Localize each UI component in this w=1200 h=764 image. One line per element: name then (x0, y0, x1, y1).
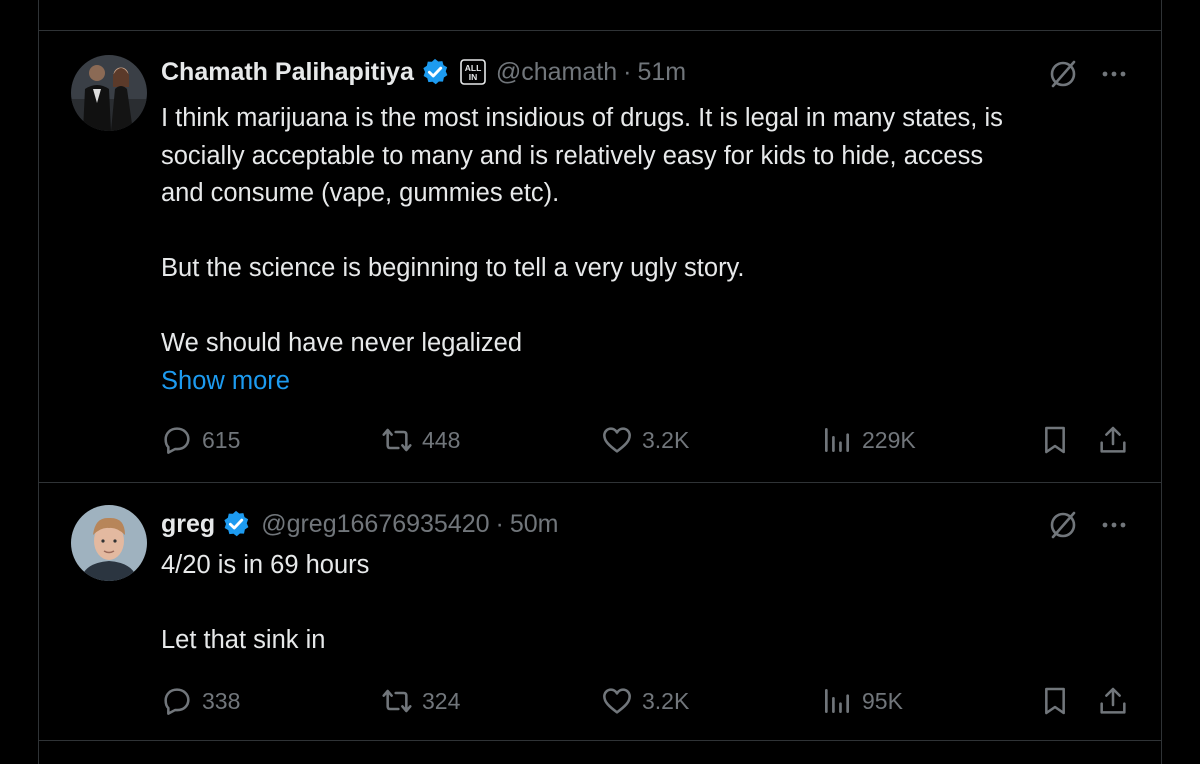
share-icon[interactable] (1097, 685, 1129, 717)
repost-count: 324 (422, 687, 461, 714)
share-icon[interactable] (1101, 0, 1125, 4)
svg-text:IN: IN (469, 72, 478, 82)
views-icon (825, 428, 849, 452)
author-handle[interactable]: @greg16676935420 (261, 509, 489, 539)
tweet-header: greg @greg16676935420 · 50m (161, 509, 1161, 539)
verified-badge-icon[interactable] (221, 509, 251, 539)
grok-icon[interactable] (1047, 509, 1079, 541)
reply-icon[interactable] (167, 0, 191, 4)
show-more-link[interactable]: Show more (161, 363, 1141, 401)
like-button[interactable]: 3.2K (601, 423, 689, 457)
like-count: 3.2K (642, 426, 690, 453)
repost-icon (382, 689, 412, 713)
avatar-photo (71, 505, 147, 581)
author-name[interactable]: greg (161, 509, 215, 539)
repost-button[interactable]: 324 (381, 684, 460, 718)
repost-count: 448 (422, 426, 461, 453)
repost-icon (382, 428, 412, 452)
all-in-badge-icon[interactable]: ALL IN (460, 59, 486, 85)
tweet-text: I think marijuana is the most insidious … (161, 100, 1141, 400)
like-button[interactable]: 3.2K (601, 684, 689, 718)
more-icon[interactable] (1099, 59, 1129, 89)
repost-button[interactable]: 448 (381, 423, 460, 457)
timestamp[interactable]: 51m (637, 57, 686, 87)
reply-button[interactable]: 615 (161, 423, 240, 457)
tweet-header: Chamath Palihapitiya ALL IN @chamath · 5… (161, 57, 1161, 87)
avatar[interactable] (71, 55, 147, 131)
timestamp[interactable]: 50m (510, 509, 559, 539)
separator: · (495, 510, 504, 538)
repost-icon[interactable] (383, 0, 407, 4)
grok-icon[interactable] (1047, 58, 1079, 90)
tweet-text-line: 4/20 is in 69 hours (161, 551, 370, 579)
avatar-photo (71, 55, 147, 131)
share-icon[interactable] (1097, 424, 1129, 456)
bookmark-icon[interactable] (1043, 0, 1067, 4)
author-name[interactable]: Chamath Palihapitiya (161, 57, 414, 87)
like-count: 3.2K (642, 687, 690, 714)
timeline: Chamath Palihapitiya ALL IN @chamath · 5… (38, 0, 1162, 764)
tweet-text-line: Let that sink in (161, 626, 326, 654)
tweet-text-line: I think marijuana is the most insidious … (161, 104, 1003, 132)
verified-badge-icon[interactable] (420, 57, 450, 87)
views-icon (825, 689, 849, 713)
avatar[interactable] (71, 505, 147, 581)
separator: · (623, 58, 632, 86)
previous-tweet-actions (39, 0, 1161, 31)
heart-icon[interactable] (607, 0, 631, 4)
tweet-text-line: socially acceptable to many and is relat… (161, 141, 984, 170)
reply-icon (164, 427, 190, 454)
tweet-text-line: We should have never legalized (161, 329, 523, 357)
tweet-text-line: and consume (vape, gummies etc). (161, 179, 560, 207)
tweet-text: 4/20 is in 69 hours Let that sink in (161, 547, 1141, 660)
reply-count: 338 (202, 687, 241, 714)
views-button[interactable]: 229K (821, 423, 916, 457)
heart-icon (603, 427, 631, 453)
more-icon[interactable] (1099, 510, 1129, 540)
views-count: 229K (862, 426, 916, 453)
views-count: 95K (862, 687, 903, 714)
tweet-text-line: But the science is beginning to tell a v… (161, 254, 745, 282)
tweet[interactable]: greg @greg16676935420 · 50m 4/20 is in 6… (39, 483, 1161, 741)
views-button[interactable]: 95K (821, 684, 903, 718)
reply-count: 615 (202, 426, 241, 453)
reply-button[interactable]: 338 (161, 684, 240, 718)
views-icon[interactable] (825, 0, 849, 4)
heart-icon (603, 688, 631, 714)
bookmark-icon[interactable] (1039, 424, 1071, 456)
author-handle[interactable]: @chamath (496, 57, 617, 87)
reply-icon (164, 688, 190, 715)
tweet[interactable]: Chamath Palihapitiya ALL IN @chamath · 5… (39, 31, 1161, 483)
bookmark-icon[interactable] (1039, 685, 1071, 717)
